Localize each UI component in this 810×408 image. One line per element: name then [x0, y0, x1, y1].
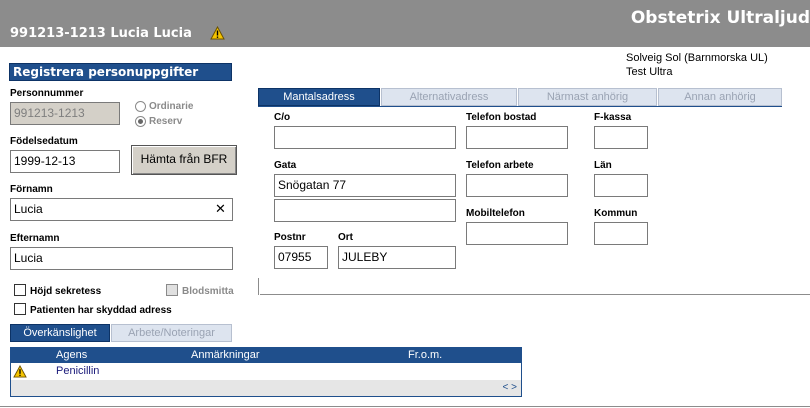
telefon-arbete-label: Telefon arbete: [466, 160, 534, 171]
hojd-sekretess-label: Höjd sekretess: [30, 286, 102, 297]
allergy-table-header: Agens Anmärkningar Fr.o.m.: [11, 348, 521, 363]
table-row[interactable]: Penicillin: [11, 363, 521, 380]
fkassa-field[interactable]: [594, 126, 648, 149]
radio-ordinarie[interactable]: Ordinarie: [135, 101, 193, 112]
app-header: Obstetrix Ultraljud 991213-1213 Lucia Lu…: [0, 0, 810, 47]
radio-reserv-circle[interactable]: [135, 116, 146, 127]
efternamn-field[interactable]: Lucia: [10, 247, 233, 270]
blodsmitta-checkbox: [166, 284, 178, 296]
warning-icon[interactable]: [210, 26, 225, 40]
skyddad-adress-checkbox[interactable]: [14, 303, 26, 315]
fornamn-label: Förnamn: [10, 184, 53, 195]
ort-label: Ort: [338, 232, 353, 243]
kommun-label: Kommun: [594, 208, 638, 219]
fodelsedatum-label: Födelsedatum: [10, 136, 78, 147]
skyddad-adress-label: Patienten har skyddad adress: [30, 305, 172, 316]
fetch-from-bfr-button[interactable]: Hämta från BFR: [131, 145, 237, 175]
pager-arrows[interactable]: < >: [503, 382, 517, 393]
agens-cell: Penicillin: [56, 365, 100, 377]
fodelsedatum-field[interactable]: 1999-12-13: [10, 150, 120, 173]
ort-field[interactable]: JULEBY: [338, 246, 456, 269]
postnr-field[interactable]: 07955: [274, 246, 328, 269]
lan-field[interactable]: [594, 174, 648, 197]
tab-mantalsadress[interactable]: Mantalsadress: [258, 88, 380, 106]
telefon-bostad-label: Telefon bostad: [466, 112, 537, 123]
co-field[interactable]: [274, 126, 456, 149]
radio-ordinarie-circle[interactable]: [135, 101, 146, 112]
radio-reserv-label: Reserv: [149, 116, 183, 127]
blodsmitta-label: Blodsmitta: [182, 286, 234, 297]
tab-annan-anhorig[interactable]: Annan anhörig: [658, 88, 782, 106]
bottom-divider: [0, 406, 810, 407]
telefon-bostad-field[interactable]: [466, 126, 568, 149]
user-name: Solveig Sol (Barnmorska UL): [626, 52, 768, 64]
lan-label: Län: [594, 160, 612, 171]
column-agens[interactable]: Agens: [56, 349, 87, 361]
efternamn-label: Efternamn: [10, 233, 60, 244]
tab-underline: [258, 106, 782, 107]
hojd-sekretess-checkbox[interactable]: [14, 284, 26, 296]
section-title: Registrera personuppgifter: [9, 63, 232, 81]
tab-overkanslighet[interactable]: Överkänslighet: [10, 324, 110, 342]
tab-alternativadress[interactable]: Alternativadress: [381, 88, 517, 106]
gata-field[interactable]: Snögatan 77: [274, 174, 456, 197]
section-divider: [260, 294, 810, 295]
section-divider-stub: [258, 278, 259, 295]
mobiltelefon-field[interactable]: [466, 222, 568, 245]
gata-label: Gata: [274, 160, 297, 171]
postnr-label: Postnr: [274, 232, 306, 243]
telefon-arbete-field[interactable]: [466, 174, 568, 197]
column-anmarkningar[interactable]: Anmärkningar: [191, 349, 259, 361]
co-label: C/o: [274, 112, 291, 123]
allergy-table: Agens Anmärkningar Fr.o.m. Penicillin < …: [10, 347, 522, 397]
fkassa-label: F-kassa: [594, 112, 632, 123]
gata2-field[interactable]: [274, 199, 456, 222]
user-unit: Test Ultra: [626, 66, 673, 78]
allergy-table-footer: < >: [11, 380, 521, 396]
patient-title: 991213-1213 Lucia Lucia: [10, 26, 192, 41]
radio-ordinarie-label: Ordinarie: [149, 101, 194, 112]
warning-icon: [13, 365, 27, 378]
clear-icon[interactable]: ✕: [215, 202, 226, 217]
kommun-field[interactable]: [594, 222, 648, 245]
tab-arbete-noteringar[interactable]: Arbete/Noteringar: [111, 324, 232, 342]
app-title: Obstetrix Ultraljud: [630, 8, 810, 28]
column-from[interactable]: Fr.o.m.: [408, 349, 442, 361]
fornamn-field[interactable]: Lucia: [10, 198, 233, 221]
personnummer-label: Personnummer: [10, 88, 84, 99]
mobiltelefon-label: Mobiltelefon: [466, 208, 525, 219]
tab-narmast-anhorig[interactable]: Närmast anhörig: [518, 88, 657, 106]
personnummer-field: 991213-1213: [10, 102, 120, 125]
radio-reserv[interactable]: Reserv: [135, 116, 182, 127]
